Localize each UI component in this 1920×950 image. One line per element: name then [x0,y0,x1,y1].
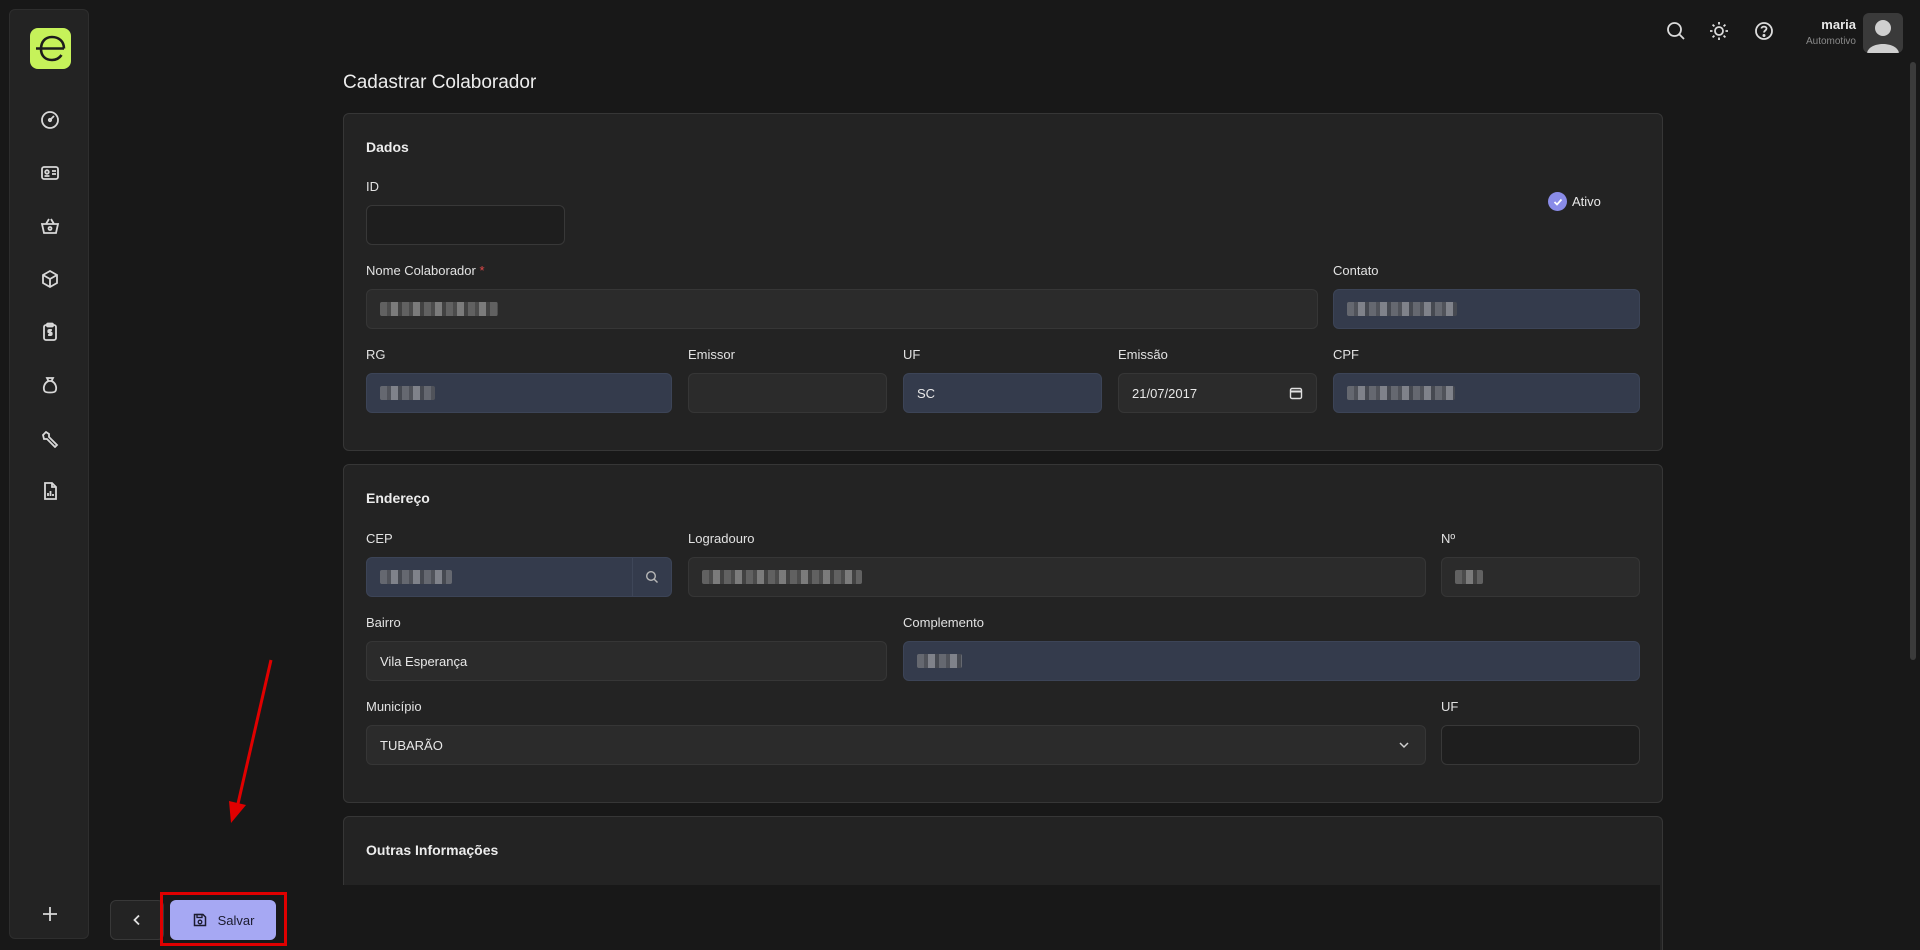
logradouro-input[interactable] [688,557,1426,597]
endereco-title: Endereço [366,490,430,506]
endereco-card: Endereço CEP Logradouro Nº Bairro Vila E… [343,464,1663,803]
theme-toggle-icon[interactable] [1708,20,1730,42]
uf-input[interactable]: SC [903,373,1102,413]
endereco-uf-label: UF [1441,699,1459,714]
dados-card: Dados ID Ativo Nome Colaborador * Contat… [343,113,1663,451]
wrench-icon[interactable] [36,424,64,452]
annotation-highlight-box [160,892,287,946]
uf-label: UF [903,347,921,362]
contato-input[interactable] [1333,289,1640,329]
search-icon [645,570,658,583]
money-bag-icon[interactable] [36,371,64,399]
cep-label: CEP [366,531,393,546]
calendar-icon[interactable] [1289,386,1303,400]
rg-input[interactable] [366,373,672,413]
id-label: ID [366,179,379,194]
emissor-input[interactable] [688,373,887,413]
scrollbar[interactable] [1910,62,1916,660]
ativo-label[interactable]: Ativo [1572,194,1601,209]
back-button[interactable] [110,900,164,940]
sidebar [9,9,89,939]
chevron-left-icon [133,914,140,926]
dados-title: Dados [366,139,409,155]
footer-bar [100,885,1660,950]
user-company: Automotivo [1805,36,1856,47]
clipboard-money-icon[interactable] [36,318,64,346]
search-icon[interactable] [1665,20,1687,42]
cep-search-button[interactable] [632,558,671,596]
complemento-input[interactable] [903,641,1640,681]
app-logo[interactable] [30,28,71,69]
municipio-label: Município [366,699,422,714]
endereco-uf-input[interactable] [1441,725,1640,765]
basket-icon[interactable] [36,212,64,240]
id-card-icon[interactable] [36,159,64,187]
cep-input[interactable] [366,557,672,597]
cpf-label: CPF [1333,347,1359,362]
avatar[interactable] [1863,13,1903,53]
outras-title: Outras Informações [366,842,499,858]
id-input[interactable] [366,205,565,245]
dashboard-icon[interactable] [36,106,64,134]
bairro-input[interactable]: Vila Esperança [366,641,887,681]
nome-input[interactable] [366,289,1318,329]
complemento-label: Complemento [903,615,984,630]
emissao-label: Emissão [1118,347,1168,362]
emissao-value: 21/07/2017 [1132,385,1198,401]
ativo-checkbox[interactable] [1548,192,1567,211]
emissao-date-input[interactable]: 21/07/2017 [1118,373,1317,413]
rg-label: RG [366,347,386,362]
municipio-select[interactable]: TUBARÃO [366,725,1426,765]
help-icon[interactable] [1753,20,1775,42]
add-icon[interactable] [36,900,64,928]
report-icon[interactable] [36,477,64,505]
bairro-label: Bairro [366,615,401,630]
municipio-value: TUBARÃO [380,737,443,753]
numero-label: Nº [1441,531,1456,546]
user-name[interactable]: maria [1821,17,1856,32]
numero-input[interactable] [1441,557,1640,597]
page-title: Cadastrar Colaborador [343,72,537,93]
contato-label: Contato [1333,263,1379,278]
emissor-label: Emissor [688,347,735,362]
nome-label: Nome Colaborador * [366,263,485,278]
chevron-down-icon [1399,742,1409,749]
cpf-input[interactable] [1333,373,1640,413]
box-icon[interactable] [36,265,64,293]
logradouro-label: Logradouro [688,531,755,546]
